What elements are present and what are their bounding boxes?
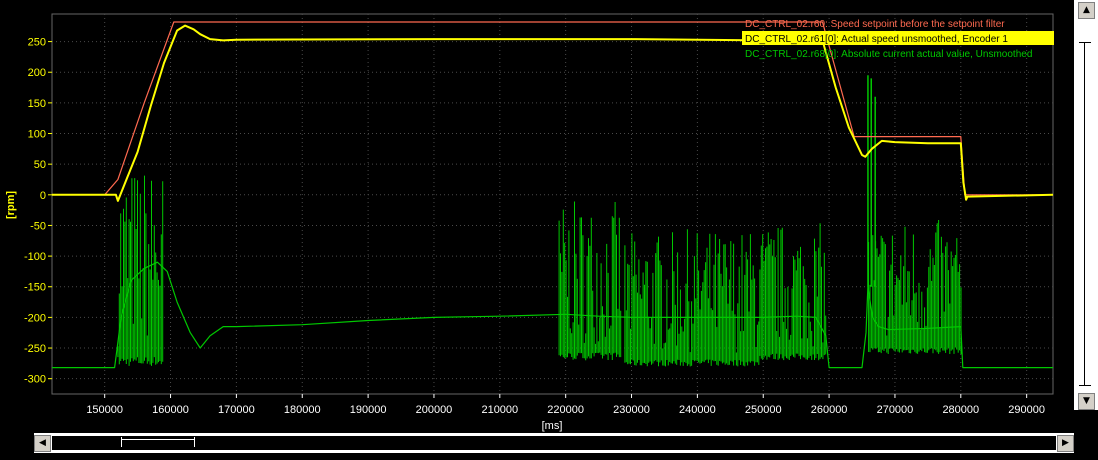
horizontal-scroll-thumb[interactable]: [121, 437, 195, 447]
x-tick-label: 190000: [350, 404, 387, 416]
y-tick-label: 250: [28, 37, 46, 49]
y-tick-label: 150: [28, 98, 46, 110]
y-tick-label: -50: [30, 220, 46, 232]
x-tick-label: 170000: [218, 404, 255, 416]
horizontal-scroll-track[interactable]: [52, 436, 1056, 450]
x-tick-label: 160000: [152, 404, 189, 416]
trace-chart: 250 200 150 100 50 0 -50 -100 -150 -200 -250 -300 1…: [5, 13, 1054, 432]
x-tick-label: 150000: [86, 404, 123, 416]
legend-entry[interactable]: DC_CTRL_02.r60: Speed setpoint before th…: [745, 19, 1005, 30]
scroll-right-button[interactable]: ▶: [1057, 435, 1074, 452]
x-tick-label: 220000: [547, 404, 584, 416]
x-tick-label: 180000: [284, 404, 321, 416]
y-tick-label: -250: [24, 343, 46, 355]
y-tick-label: 100: [28, 129, 46, 141]
legend-entry[interactable]: DC_CTRL_02.r68[0]: Absolute current actu…: [745, 49, 1032, 60]
y-tick-label: -150: [24, 282, 46, 294]
x-tick-label: 230000: [613, 404, 650, 416]
x-tick-labels: 150000 160000 170000 180000 190000 200000 2100…: [86, 394, 1045, 416]
y-tick-labels: 250 200 150 100 50 0 -50 -100 -150 -200 -250 -300: [24, 37, 52, 386]
vertical-scroll-thumb[interactable]: [1079, 42, 1091, 386]
y-tick-label: 0: [40, 190, 46, 202]
plot-area: [51, 13, 1054, 395]
trace-window: 250 200 150 100 50 0 -50 -100 -150 -200 -250 -300 1…: [0, 0, 1098, 460]
y-tick-label: -100: [24, 251, 46, 263]
x-tick-label: 240000: [679, 404, 716, 416]
x-tick-label: 260000: [811, 404, 848, 416]
scroll-up-button[interactable]: ▲: [1078, 2, 1095, 19]
x-tick-label: 250000: [745, 404, 782, 416]
x-tick-label: 290000: [1008, 404, 1045, 416]
y-tick-label: -300: [24, 374, 46, 386]
y-tick-label: 50: [34, 159, 46, 171]
x-axis-label: [ms]: [542, 420, 563, 432]
vertical-scrollbar[interactable]: ▲ ▼: [1074, 0, 1098, 410]
scroll-left-button[interactable]: ◀: [34, 435, 51, 452]
y-tick-label: 200: [28, 67, 46, 79]
legend-entry[interactable]: DC_CTRL_02.r61[0]: Actual speed unsmooth…: [745, 34, 1008, 45]
horizontal-scrollbar[interactable]: ◀ ▶: [34, 433, 1074, 453]
x-tick-label: 280000: [942, 404, 979, 416]
x-tick-label: 270000: [877, 404, 914, 416]
scroll-down-button[interactable]: ▼: [1078, 393, 1095, 410]
y-axis-label: [rpm]: [5, 191, 17, 219]
x-tick-label: 210000: [481, 404, 518, 416]
y-tick-label: -200: [24, 312, 46, 324]
x-tick-label: 200000: [416, 404, 453, 416]
